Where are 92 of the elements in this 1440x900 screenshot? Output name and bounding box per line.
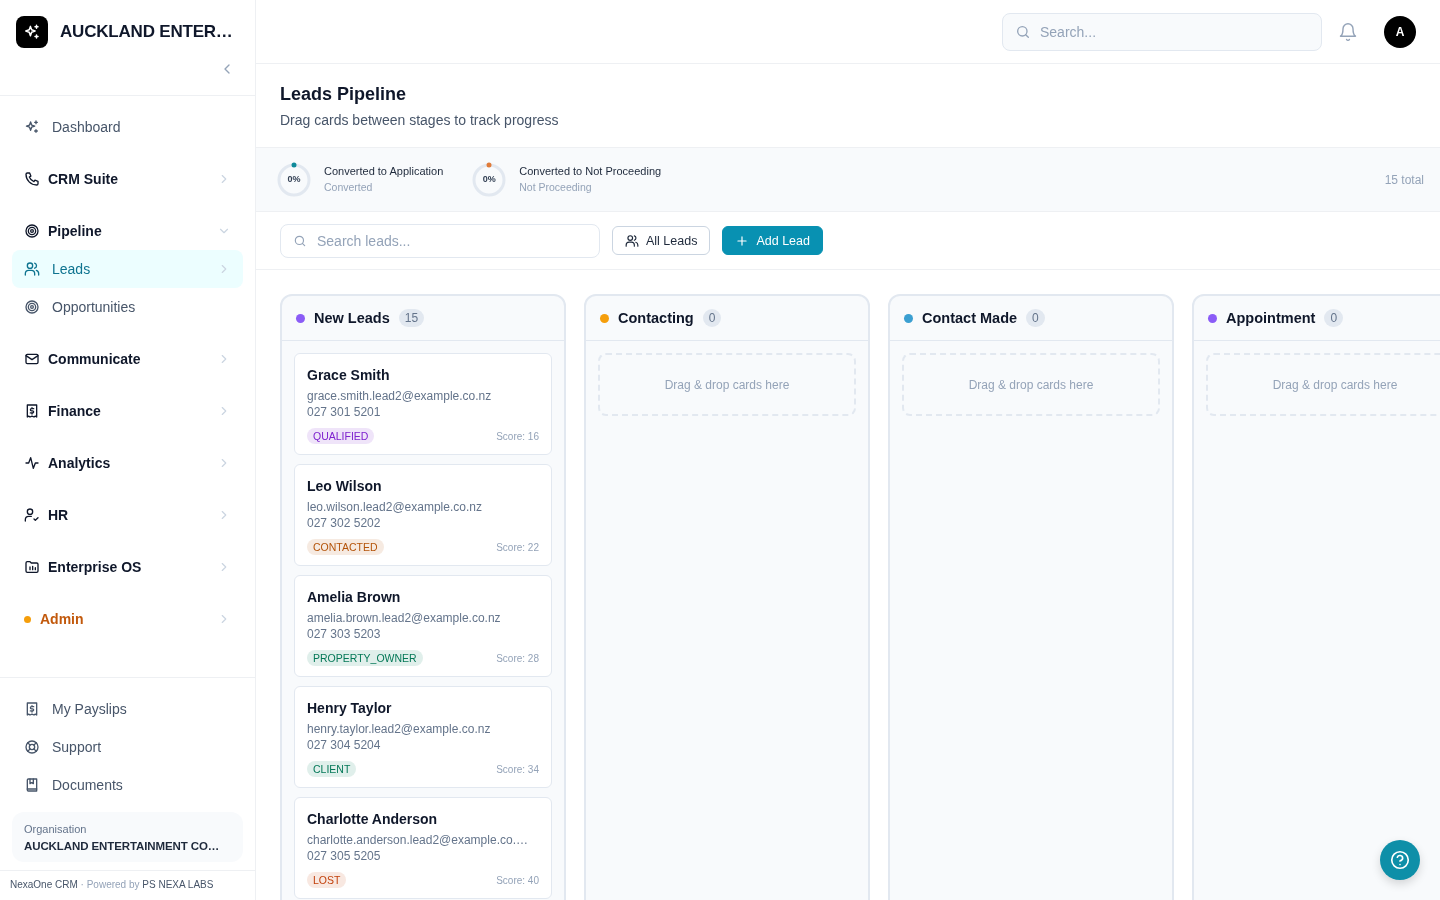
search-field[interactable]: Search leads...: [280, 223, 600, 258]
status-tag: QUALIFIED: [307, 428, 375, 444]
search-input[interactable]: Search...: [1040, 13, 1309, 50]
total-count: 15 total: [1384, 172, 1424, 187]
status-tag: LOST: [307, 872, 347, 888]
receipt-icon: [24, 701, 40, 717]
sparkle-icon: [24, 119, 40, 135]
filter-button[interactable]: All Leads: [612, 226, 711, 255]
nav-item[interactable]: Leads: [12, 250, 243, 288]
organisation-name: AUCKLAND ENTERTAINMENT CO…: [24, 840, 221, 852]
search-input[interactable]: Search leads...: [317, 224, 587, 257]
users-icon: [24, 261, 40, 277]
lead-score: Score: 40: [496, 874, 539, 886]
nav-item[interactable]: Admin: [12, 600, 243, 638]
folder-icon: [24, 559, 40, 575]
lead-email: charlotte.anderson.lead2@example.co.…: [307, 832, 529, 848]
lead-name: Grace Smith: [307, 367, 391, 384]
search-icon: [1015, 23, 1031, 40]
organisation-label: Organisation: [24, 823, 88, 835]
bell-icon[interactable]: [1338, 21, 1358, 42]
nav-item[interactable]: Opportunities: [12, 288, 243, 326]
count-badge: 0: [1026, 309, 1045, 327]
page-title: Leads Pipeline: [280, 83, 408, 105]
lead-phone: 027 302 5202: [307, 515, 382, 531]
count-badge: 15: [398, 309, 425, 327]
search-icon: [293, 233, 307, 248]
nav-item[interactable]: HR: [12, 496, 243, 534]
percent-value: 0%: [482, 175, 496, 184]
column-title: Contacting: [618, 310, 694, 326]
mail-icon: [24, 351, 40, 367]
lead-phone: 027 303 5203: [307, 626, 382, 642]
status-tag: CLIENT: [307, 761, 357, 777]
pulse-line-icon: [24, 455, 40, 471]
page-subtitle: Drag cards between stages to track progress: [280, 111, 560, 129]
lifebuoy-icon: [24, 739, 40, 755]
lead-name: Charlotte Anderson: [307, 811, 439, 828]
footer-credit: NexaOne CRM · Powered by PS NEXA LABS: [10, 879, 214, 890]
stat-sublabel: Converted: [324, 180, 374, 195]
lead-email: leo.wilson.lead2@example.co.nz: [307, 499, 483, 515]
lead-card[interactable]: Amelia Brown amelia.brown.lead2@example.co.nz 027 303 5203 PROPERTY_OWNER Score: 28: [294, 575, 552, 677]
nav-item[interactable]: Support: [12, 728, 243, 766]
lead-score: Score: 16: [496, 430, 539, 442]
nav-item[interactable]: Analytics: [12, 444, 243, 482]
nav-item[interactable]: Pipeline: [12, 212, 243, 250]
target-icon: [24, 223, 40, 239]
user-avatar[interactable]: A: [1384, 15, 1416, 48]
column-title: Contact Made: [922, 310, 1018, 326]
count-badge: 0: [1324, 309, 1344, 327]
lead-phone: 027 304 5204: [307, 737, 382, 753]
lead-name: Amelia Brown: [307, 589, 402, 606]
lead-name: Leo Wilson: [307, 478, 383, 495]
phone-icon: [24, 171, 40, 187]
lead-card[interactable]: Charlotte Anderson charlotte.anderson.lead2@example.co.… 027 305 5205 LOST Score: 40: [294, 797, 552, 899]
status-tag: PROPERTY_OWNER: [307, 650, 423, 666]
nav-item[interactable]: Enterprise OS: [12, 548, 243, 586]
lead-card[interactable]: Leo Wilson leo.wilson.lead2@example.co.nz 027 302 5202 CONTACTED Score: 22: [294, 464, 552, 566]
nav-item[interactable]: Communicate: [12, 340, 243, 378]
lead-email: grace.smith.lead2@example.co.nz: [307, 388, 493, 404]
lead-card[interactable]: Henry Taylor henry.taylor.lead2@example.co.nz 027 304 5204 CLIENT Score: 34: [294, 686, 552, 788]
help-icon: [1389, 849, 1411, 871]
column-title: New Leads: [314, 310, 390, 326]
nav-item[interactable]: Finance: [12, 392, 243, 430]
lead-score: Score: 28: [496, 652, 539, 664]
target-icon: [24, 299, 40, 315]
nav-item[interactable]: Documents: [12, 766, 243, 804]
add-button[interactable]: Add Lead: [722, 226, 823, 255]
nav-item[interactable]: My Payslips: [12, 690, 243, 728]
receipt-icon: [24, 403, 40, 419]
users-icon: [625, 233, 639, 248]
book-icon: [24, 777, 40, 793]
lead-score: Score: 22: [496, 541, 539, 553]
user-check-icon: [24, 507, 40, 523]
lead-card[interactable]: Grace Smith grace.smith.lead2@example.co.nz 027 301 5201 QUALIFIED Score: 16: [294, 353, 552, 455]
nav-item[interactable]: CRM Suite: [12, 160, 243, 198]
percent-value: 0%: [287, 175, 301, 184]
stat-label: Converted to Not Proceeding: [519, 164, 662, 179]
stat-label: Converted to Application: [324, 164, 444, 179]
column-title: Appointment: [1226, 310, 1316, 326]
plus-icon: [735, 233, 750, 248]
lead-score: Score: 34: [496, 763, 539, 775]
lead-name: Henry Taylor: [307, 700, 393, 717]
lead-email: amelia.brown.lead2@example.co.nz: [307, 610, 502, 626]
sparkle-icon: [23, 23, 41, 41]
count-badge: 0: [702, 309, 722, 327]
lead-phone: 027 305 5205: [307, 848, 382, 864]
lead-phone: 027 301 5201: [307, 404, 382, 420]
brand-name: AUCKLAND ENTER…: [60, 22, 233, 42]
search-field[interactable]: Search...: [1002, 12, 1322, 51]
nav-item[interactable]: Dashboard: [12, 108, 243, 146]
stat-sublabel: Not Proceeding: [519, 180, 593, 195]
lead-email: henry.taylor.lead2@example.co.nz: [307, 721, 492, 737]
status-tag: CONTACTED: [307, 539, 384, 555]
